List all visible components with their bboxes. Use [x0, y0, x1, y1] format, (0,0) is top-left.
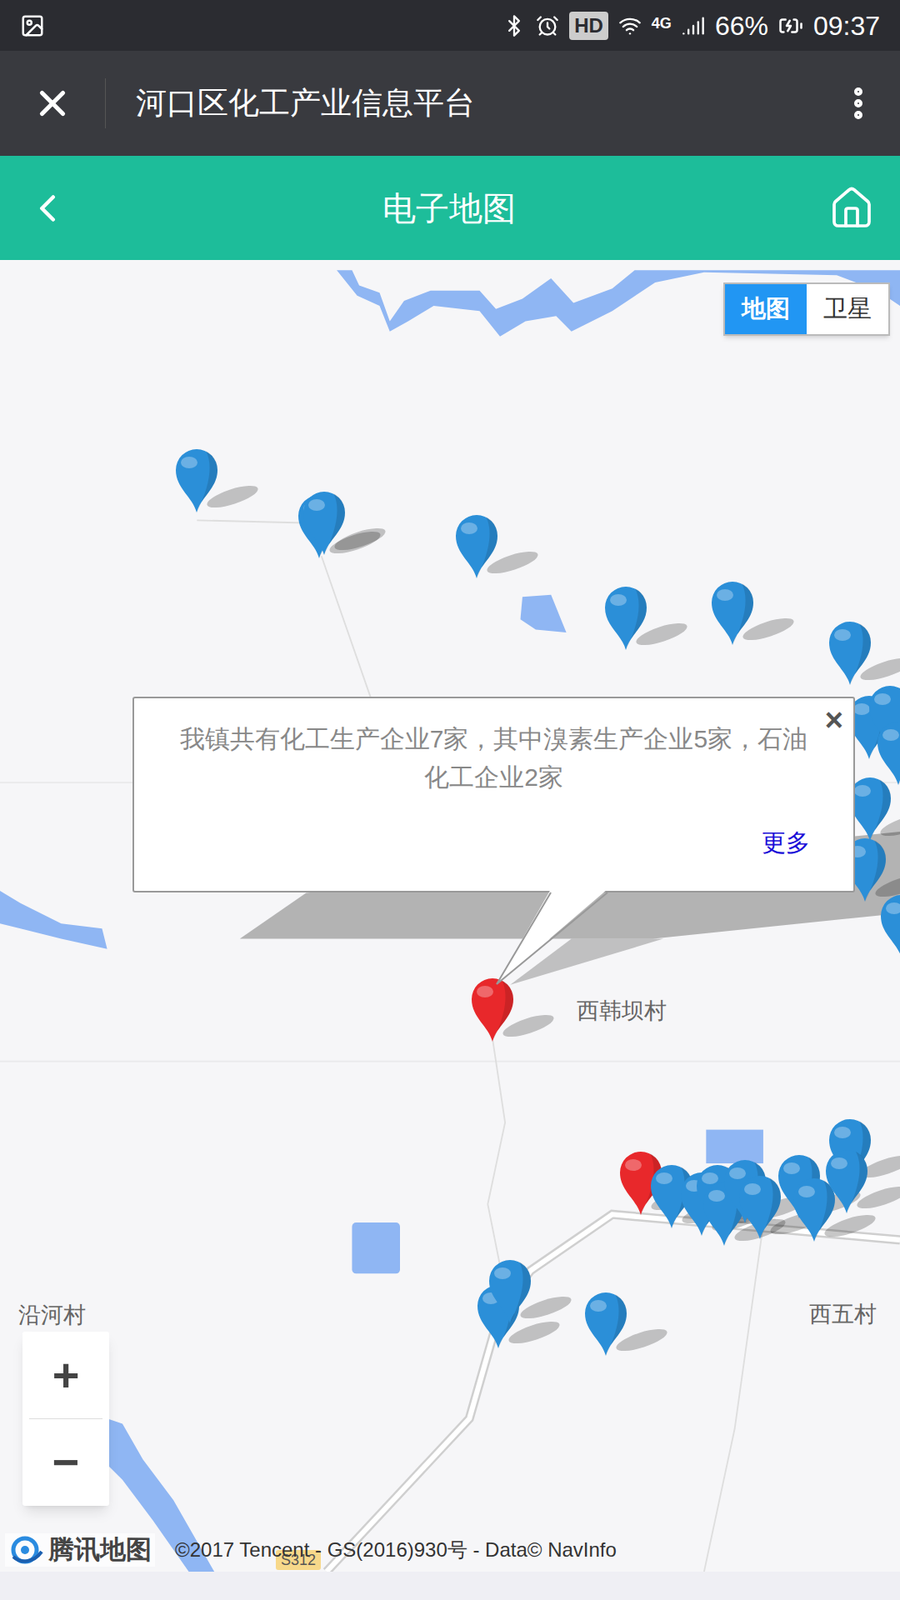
place-label: 沿河村 [18, 1301, 86, 1329]
map-pin-icon[interactable] [485, 1257, 578, 1326]
map-pin-icon[interactable] [708, 579, 800, 648]
divider [105, 78, 106, 129]
alarm-icon [535, 14, 560, 38]
screen: HD4G66%09:37河口区化工产业信息平台电子地图西韩坝村西五村沿河村S31… [0, 0, 900, 1600]
map-pin-icon[interactable] [874, 719, 900, 788]
map-pin-icon[interactable] [825, 619, 900, 688]
map-background-icon [0, 260, 900, 1572]
more-icon [838, 83, 879, 124]
map-pin-icon[interactable] [468, 975, 560, 1045]
page-header: 电子地图 [0, 155, 900, 260]
network-type: 4G [651, 12, 672, 35]
signal-icon [681, 14, 705, 38]
map-pin-icon[interactable] [822, 1147, 900, 1216]
copyright: ©2017 Tencent - GS(2016)930号 - Data© Nav… [175, 1535, 617, 1565]
tencent-map-logo-icon [8, 1535, 44, 1565]
map-pin-icon[interactable] [877, 892, 900, 961]
zoom-in-button[interactable]: + [22, 1331, 110, 1419]
map-pin-icon[interactable] [601, 584, 694, 653]
map-pin-icon[interactable] [172, 446, 265, 515]
gallery-icon [20, 13, 45, 39]
map[interactable]: 西韩坝村西五村沿河村S312我镇共有化工生产企业7家，其中溴素生产企业5家，石油… [0, 260, 900, 1572]
map-type-button[interactable]: 卫星 [806, 284, 889, 335]
bottom-strip [0, 1571, 900, 1600]
map-type-toggle: 地图卫星 [723, 282, 890, 336]
zoom-divider [29, 1418, 103, 1420]
info-popup: 我镇共有化工生产企业7家，其中溴素生产企业5家，石油化工企业2家× 更多 [132, 696, 855, 893]
home-icon[interactable] [828, 185, 875, 232]
attribution: 腾讯地图 ©2017 Tencent - GS(2016)930号 - Data©… [5, 1533, 617, 1567]
wifi-icon [618, 14, 642, 38]
place-label: 西五村 [809, 1300, 877, 1328]
map-pin-icon[interactable] [581, 1290, 674, 1359]
map-type-button[interactable]: 地图 [725, 284, 807, 335]
menu-button[interactable] [816, 50, 900, 156]
more-link[interactable]: 更多 [761, 827, 810, 858]
clock: 09:37 [813, 5, 880, 46]
title-bar: 河口区化工产业信息平台 [0, 50, 900, 156]
close-icon [31, 82, 74, 125]
popup-close[interactable]: × [825, 701, 844, 739]
place-label: 西韩坝村 [576, 997, 667, 1025]
zoom-control: +− [22, 1331, 110, 1506]
popup-tail-icon [491, 889, 617, 988]
window-title: 河口区化工产业信息平台 [105, 80, 817, 127]
back-icon[interactable] [25, 185, 70, 231]
logo-text: 腾讯地图 [48, 1533, 152, 1567]
map-pin-icon[interactable] [452, 512, 545, 581]
status-bar: HD 4G 66% 09:37 [0, 0, 900, 51]
close-button[interactable] [0, 50, 105, 156]
tencent-logo: 腾讯地图 [5, 1533, 155, 1567]
popup-text: 我镇共有化工生产企业7家，其中溴素生产企业5家，石油化工企业2家 [134, 698, 854, 797]
map-pin-icon[interactable] [300, 489, 392, 558]
zoom-out-button[interactable]: − [22, 1419, 110, 1506]
hd-badge: HD [569, 11, 609, 40]
page-title: 电子地图 [382, 183, 516, 234]
bluetooth-icon [502, 14, 526, 38]
battery-icon [778, 13, 804, 39]
battery-percent: 66% [715, 5, 769, 46]
